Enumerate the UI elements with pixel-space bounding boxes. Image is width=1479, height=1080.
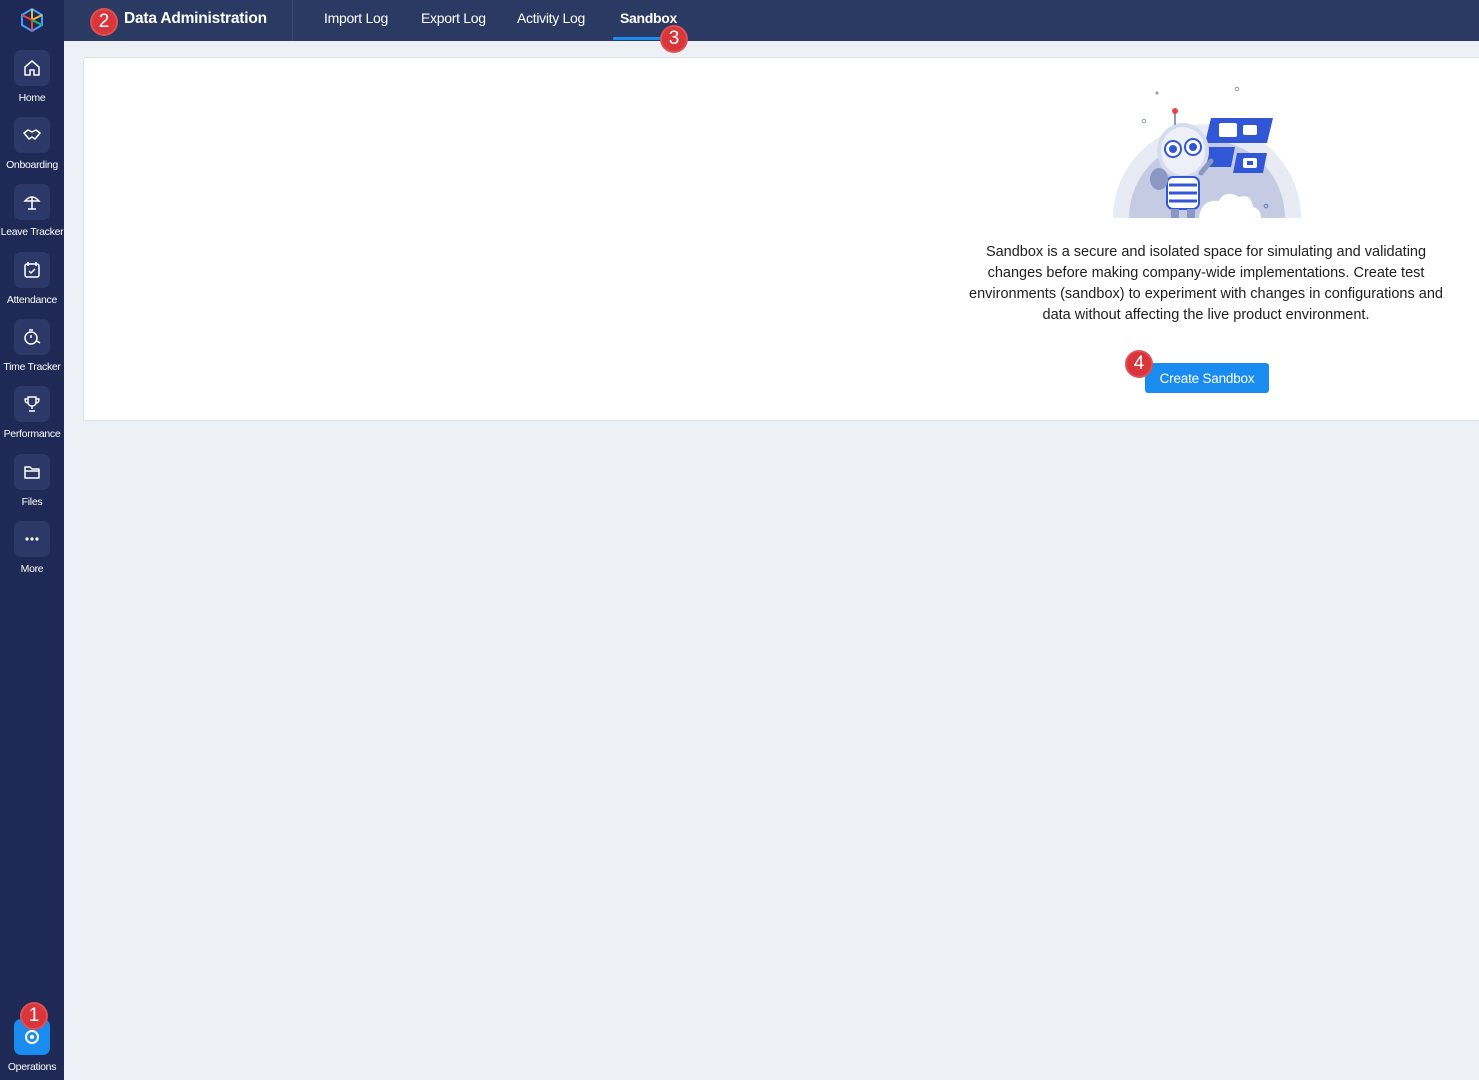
create-sandbox-button[interactable]: Create Sandbox: [1145, 363, 1269, 393]
tab-export-log[interactable]: Export Log: [421, 0, 486, 41]
rail-label-performance: Performance: [3, 428, 61, 440]
handshake-icon: [14, 117, 50, 153]
rail-label-home: Home: [18, 92, 46, 104]
rail-item-leave-tracker[interactable]: Leave Tracker: [0, 184, 64, 250]
beach-umbrella-icon: [14, 184, 50, 220]
rail-item-files[interactable]: Files: [0, 454, 64, 520]
rail-item-home[interactable]: Home: [0, 50, 64, 116]
home-icon: [14, 50, 50, 86]
active-tab-indicator: [613, 37, 667, 40]
tab-activity-log[interactable]: Activity Log: [517, 0, 585, 41]
rail-label-time-tracker: Time Tracker: [3, 361, 61, 373]
rail-item-more[interactable]: More: [0, 521, 64, 587]
rail-item-attendance[interactable]: Attendance: [0, 252, 64, 318]
trophy-icon: [14, 386, 50, 422]
step-marker-2: 2: [90, 8, 118, 36]
sandbox-card: Sandbox is a secure and isolated space f…: [83, 57, 1479, 421]
rail-label-more: More: [20, 563, 44, 575]
rail-item-time-tracker[interactable]: Time Tracker: [0, 319, 64, 385]
sandbox-description: Sandbox is a secure and isolated space f…: [969, 244, 1443, 323]
sandbox-robot-illustration: [1111, 81, 1307, 221]
calendar-check-icon: [14, 252, 50, 288]
more-dots-icon: [14, 521, 50, 557]
tab-import-log[interactable]: Import Log: [324, 0, 388, 41]
header-divider: [292, 0, 293, 41]
top-header: Data Administration Import Log Export Lo…: [64, 0, 1479, 41]
step-marker-4: 4: [1125, 350, 1153, 378]
app: Home Onboarding Leave Tracker Attendance: [0, 0, 1479, 1080]
left-rail: Home Onboarding Leave Tracker Attendance: [0, 0, 64, 1080]
rail-label-onboarding: Onboarding: [6, 159, 58, 171]
rail-item-performance[interactable]: Performance: [0, 386, 64, 452]
rail-label-files: Files: [21, 496, 43, 508]
rail-item-onboarding[interactable]: Onboarding: [0, 117, 64, 183]
step-marker-3: 3: [660, 25, 688, 53]
folder-icon: [14, 454, 50, 490]
app-logo-icon[interactable]: [17, 6, 47, 34]
stopwatch-icon: [14, 319, 50, 355]
rail-label-attendance: Attendance: [6, 294, 58, 306]
rail-label-leave-tracker: Leave Tracker: [0, 226, 64, 238]
step-marker-1: 1: [20, 1002, 48, 1030]
rail-label-operations: Operations: [7, 1061, 57, 1073]
